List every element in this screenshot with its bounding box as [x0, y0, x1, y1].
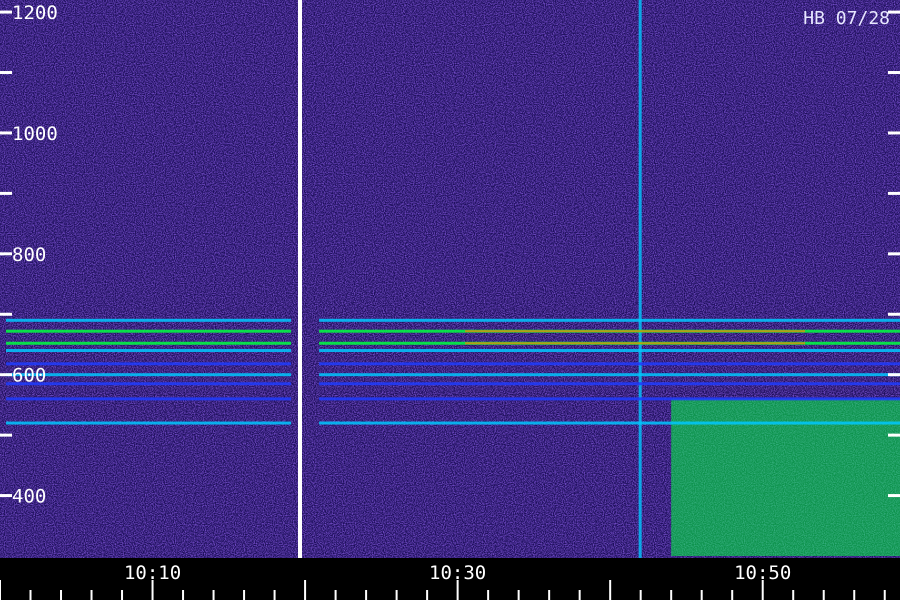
band-4-left	[6, 362, 292, 366]
y-tick-left	[0, 10, 12, 14]
x-tick	[273, 590, 276, 600]
y-tick-label: 800	[12, 244, 46, 266]
band-5-right	[319, 373, 900, 377]
y-tick-label: 600	[12, 365, 46, 387]
y-tick-left	[0, 373, 12, 377]
band-4-right	[319, 362, 900, 366]
band-7-left	[6, 397, 292, 401]
band-7-right	[319, 397, 900, 401]
x-tick	[792, 590, 795, 600]
x-tick	[60, 590, 63, 600]
x-tick	[121, 590, 124, 600]
band-0-left	[6, 318, 292, 322]
x-tick	[182, 590, 185, 600]
x-tick	[365, 590, 368, 600]
band-5-left	[6, 373, 292, 377]
band-0-right	[319, 318, 900, 322]
band-6-left	[6, 382, 292, 386]
band-6-right	[319, 382, 900, 386]
y-tick-right	[888, 71, 900, 75]
y-tick-left	[0, 252, 12, 256]
x-tick	[426, 590, 429, 600]
x-tick	[334, 590, 337, 600]
y-tick-left	[0, 433, 12, 437]
y-tick-label: 1000	[12, 123, 58, 145]
x-tick-label: 10:50	[734, 562, 791, 584]
band-3-left	[6, 349, 292, 353]
band-1-peak	[465, 330, 806, 333]
y-tick-left	[0, 71, 12, 75]
x-tick	[487, 590, 490, 600]
y-tick-right	[888, 373, 900, 377]
observer-stamp: HB 07/28	[803, 8, 890, 29]
x-tick	[731, 590, 734, 600]
x-tick	[548, 590, 551, 600]
burst-spike	[638, 0, 642, 600]
burst-region	[638, 0, 900, 600]
y-tick-right	[888, 131, 900, 135]
x-tick	[883, 590, 886, 600]
y-tick-left	[0, 191, 12, 195]
x-tick	[822, 590, 825, 600]
x-tick-label: 10:30	[429, 562, 486, 584]
y-tick-right	[888, 433, 900, 437]
y-tick-left	[0, 312, 12, 316]
band-8-left	[6, 421, 292, 425]
x-tick	[700, 590, 703, 600]
y-tick-left	[0, 494, 12, 498]
y-tick-label: 1200	[12, 2, 58, 24]
x-tick	[853, 590, 856, 600]
y-tick-label: 400	[12, 486, 46, 508]
band-2-peak	[465, 342, 806, 345]
x-tick	[395, 590, 398, 600]
band-3-right	[319, 349, 900, 353]
band-8-right	[319, 421, 900, 425]
y-tick-left	[0, 131, 12, 135]
band-2-left	[6, 341, 292, 345]
x-tick	[243, 590, 246, 600]
y-tick-right	[888, 312, 900, 316]
x-tick	[670, 590, 673, 600]
x-tick	[212, 590, 215, 600]
x-tick	[90, 590, 93, 600]
x-tick	[304, 580, 307, 600]
band-1-left	[6, 329, 292, 333]
x-tick-label: 10:10	[124, 562, 181, 584]
x-tick	[517, 590, 520, 600]
y-tick-right	[888, 494, 900, 498]
x-tick	[609, 580, 612, 600]
y-tick-right	[888, 191, 900, 195]
x-tick	[578, 590, 581, 600]
y-tick-right	[888, 252, 900, 256]
x-tick	[29, 590, 32, 600]
spectrogram-chart: 1200 1000 800 600 400 10:10 10:30 10:50 HB 07/…	[0, 0, 900, 600]
data-gap-separator	[298, 0, 302, 600]
x-tick	[639, 590, 642, 600]
x-tick	[0, 580, 1, 600]
